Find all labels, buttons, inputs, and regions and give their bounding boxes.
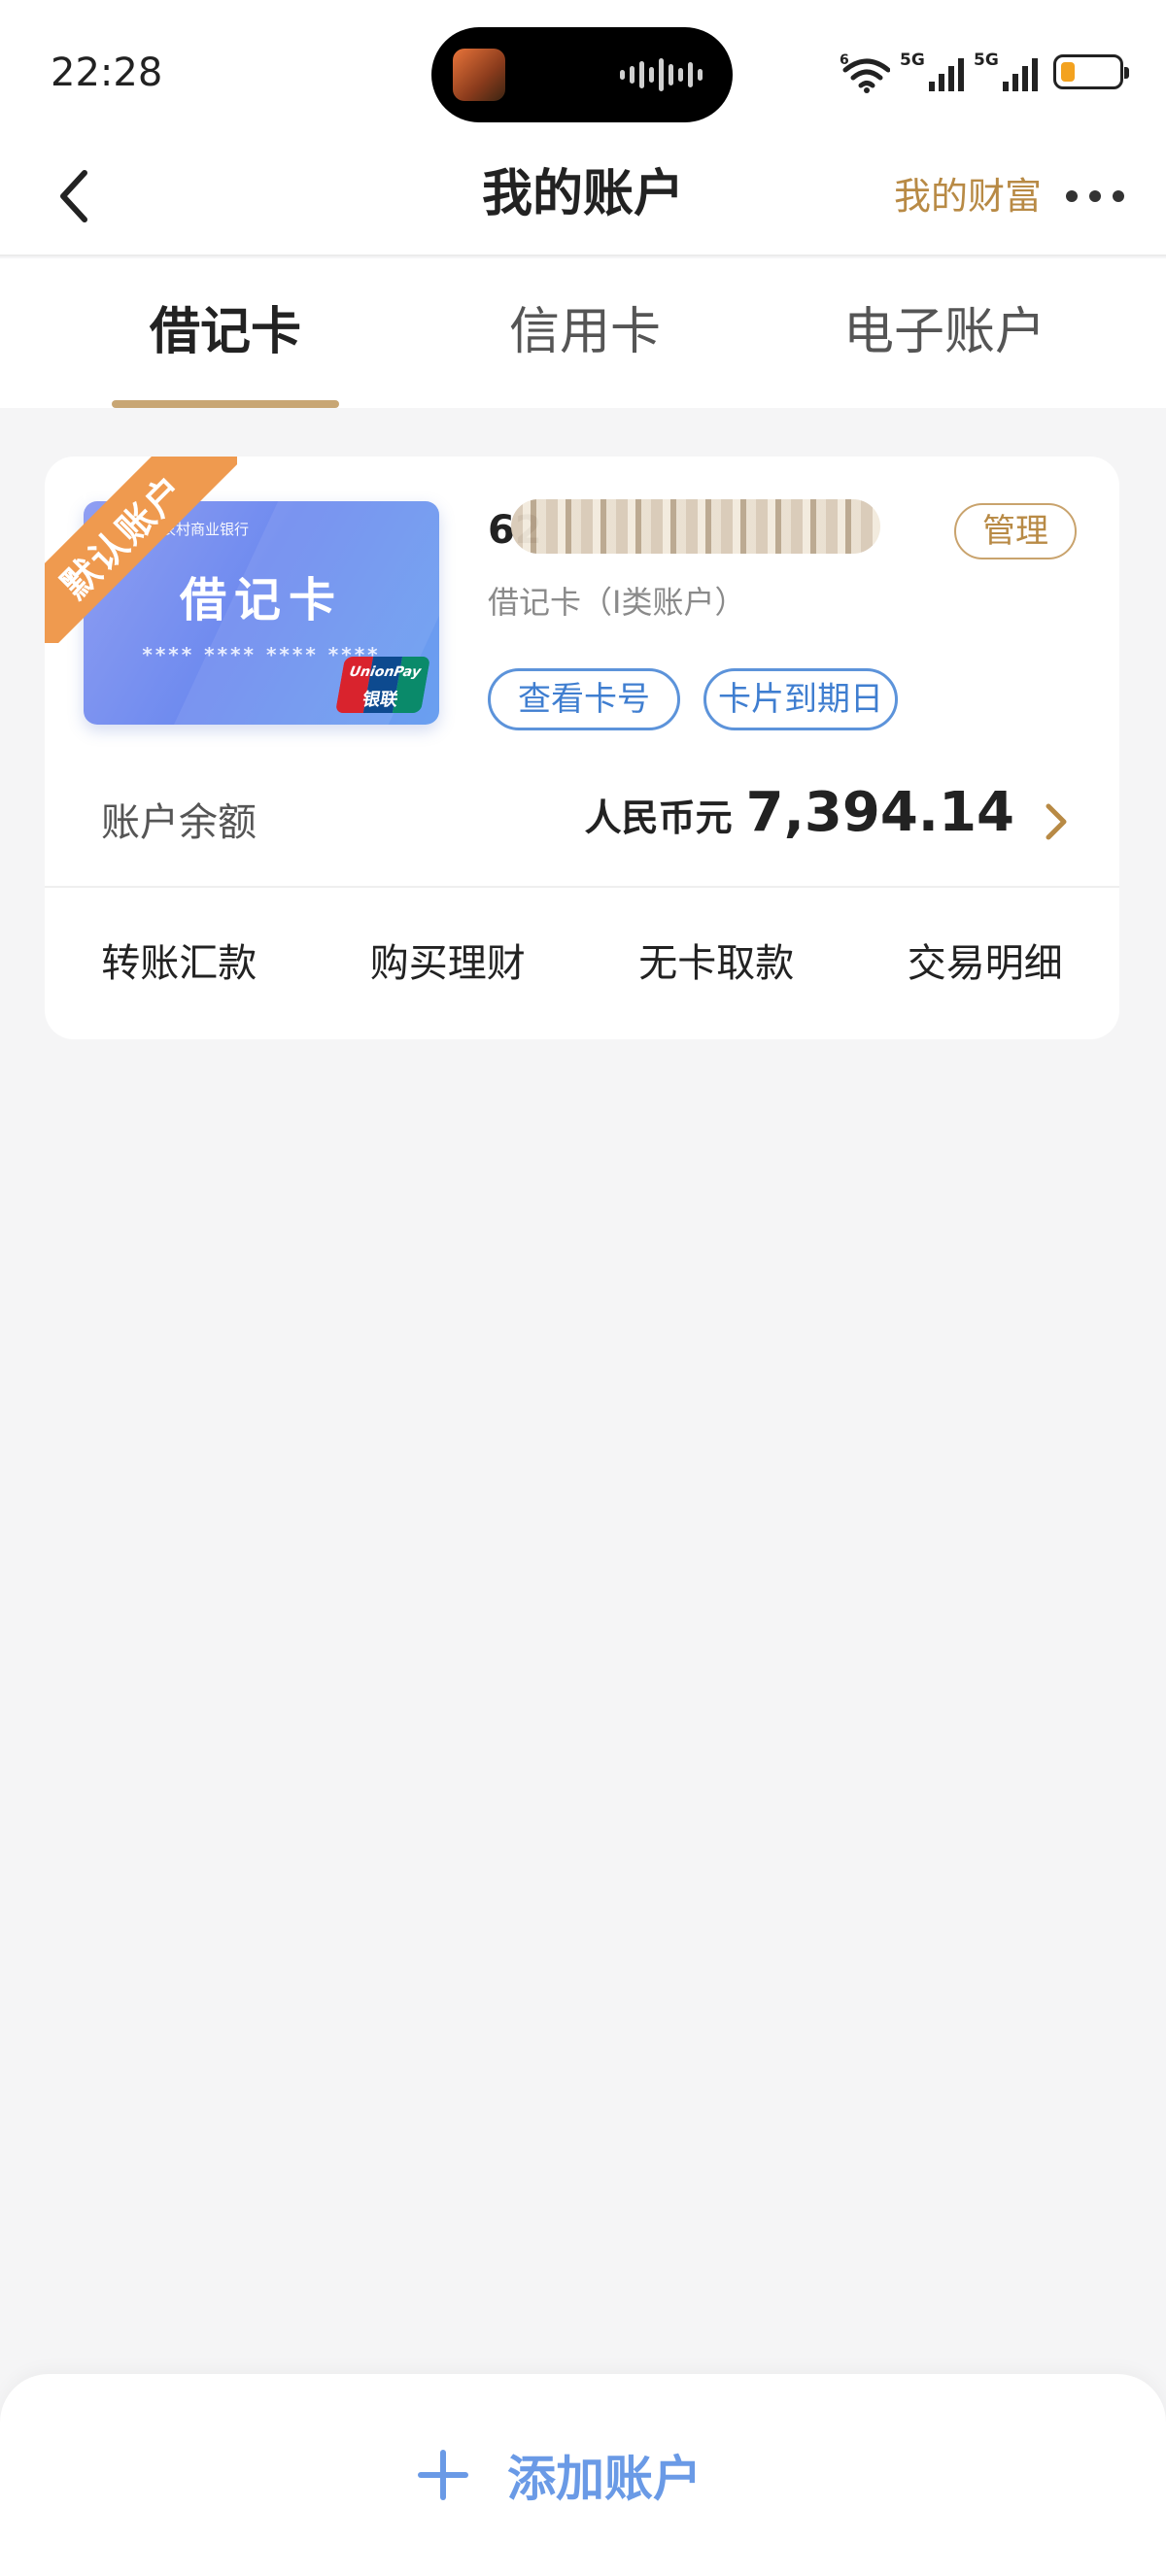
balance-amount: 7,394.14: [745, 781, 1014, 844]
bottom-bar: 添加账户: [0, 2374, 1166, 2576]
active-tab-indicator: [112, 400, 339, 408]
now-playing-app-icon[interactable]: [453, 49, 505, 101]
card-number-redaction: [511, 499, 880, 554]
unionpay-text: UnionPay: [348, 664, 423, 680]
navigation-bar: 我的账户 我的财富: [0, 146, 1166, 256]
quick-actions: 转账汇款 购买理财 无卡取款 交易明细: [45, 888, 1119, 1039]
balance-row[interactable]: 账户余额 人民币元 7,394.14: [45, 748, 1119, 884]
wifi-icon: 6: [840, 52, 890, 93]
card-type-label: 借记卡（I类账户）: [488, 584, 746, 621]
status-icons: 6 5G 5G: [840, 51, 1129, 93]
more-dot-icon: [1066, 190, 1078, 202]
cardless-withdrawal-button[interactable]: 无卡取款: [582, 888, 851, 1039]
my-wealth-link[interactable]: 我的财富: [894, 169, 1042, 223]
unionpay-logo-icon: UnionPay 银联: [334, 657, 431, 713]
balance-value: 人民币元 7,394.14: [585, 781, 1014, 844]
chevron-right-icon: [1046, 803, 1067, 840]
star-icon: ★: [58, 463, 108, 512]
tab-debit-card[interactable]: 借记卡: [60, 297, 391, 367]
battery-icon: [1053, 54, 1129, 89]
audio-waveform-icon: [620, 54, 707, 95]
transfer-button[interactable]: 转账汇款: [45, 888, 314, 1039]
buy-wealth-product-button[interactable]: 购买理财: [314, 888, 583, 1039]
status-bar: 22:28 6 5G 5G: [0, 0, 1166, 146]
tab-e-account[interactable]: 电子账户: [779, 297, 1110, 367]
account-card: 默认账户 ★ 江苏农村商业银行 借记卡 **** **** **** **** …: [45, 457, 1119, 1039]
unionpay-cn-text: 银联: [360, 690, 400, 710]
network-type-2: 5G: [974, 51, 999, 70]
more-dot-icon: [1113, 190, 1124, 202]
plus-icon: [418, 2450, 468, 2500]
account-type-tabs: 借记卡 信用卡 电子账户: [0, 258, 1166, 408]
balance-currency: 人民币元: [584, 797, 733, 839]
balance-label: 账户余额: [101, 800, 257, 845]
default-account-ribbon: 默认账户 ★: [45, 457, 237, 643]
view-card-number-button[interactable]: 查看卡号: [488, 668, 680, 730]
add-account-label: 添加账户: [507, 2451, 702, 2507]
tab-credit-card[interactable]: 信用卡: [420, 297, 750, 367]
card-expiry-button[interactable]: 卡片到期日: [703, 668, 898, 730]
status-time: 22:28: [51, 51, 163, 95]
more-dot-icon: [1089, 190, 1101, 202]
network-type-1: 5G: [900, 51, 925, 70]
manage-button[interactable]: 管理: [954, 503, 1077, 559]
cellular-signal-icon: 5G: [900, 51, 964, 93]
transaction-details-button[interactable]: 交易明细: [851, 888, 1120, 1039]
add-account-button[interactable]: 添加账户: [418, 2436, 702, 2514]
more-button[interactable]: [1051, 169, 1139, 223]
cellular-signal-icon-2: 5G: [974, 51, 1038, 93]
dynamic-island[interactable]: [431, 27, 733, 122]
